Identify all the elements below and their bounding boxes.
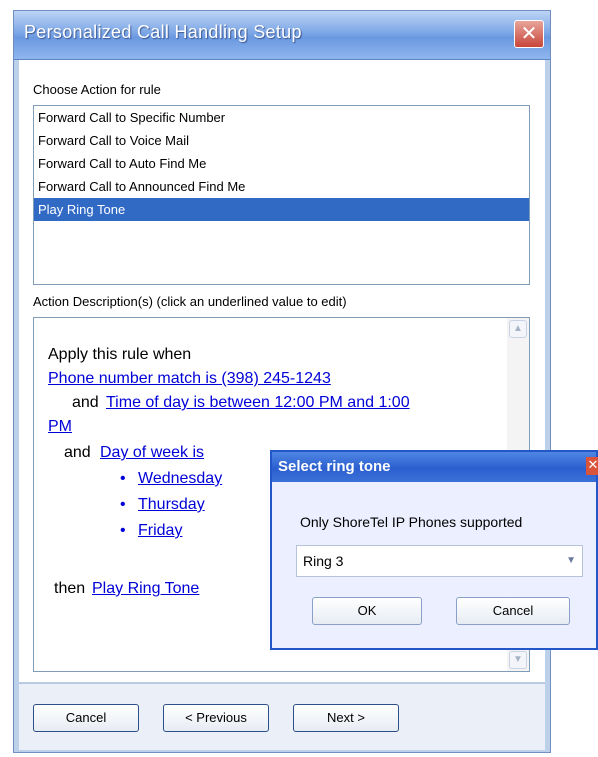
action-list[interactable]: Forward Call to Specific Number Forward … bbox=[33, 105, 530, 285]
day-thursday-link[interactable]: Thursday bbox=[138, 496, 205, 514]
action-item-forward-auto-find-me[interactable]: Forward Call to Auto Find Me bbox=[34, 152, 529, 175]
then-text: then bbox=[54, 580, 86, 597]
bullet-icon: • bbox=[120, 470, 126, 487]
next-button[interactable]: Next > bbox=[293, 704, 399, 732]
ring-tone-selected-value: Ring 3 bbox=[303, 553, 344, 569]
day-friday-link[interactable]: Friday bbox=[138, 522, 182, 540]
dialog-footer: Cancel < Previous Next > bbox=[19, 683, 545, 750]
scroll-up-icon[interactable]: ▲ bbox=[509, 320, 527, 338]
apply-text: Apply this rule when bbox=[48, 346, 192, 363]
ok-button[interactable]: OK bbox=[312, 597, 422, 625]
bullet-icon: • bbox=[120, 496, 126, 513]
action-item-forward-announced-find-me[interactable]: Forward Call to Announced Find Me bbox=[34, 175, 529, 198]
day-of-week-link[interactable]: Day of week is bbox=[100, 444, 204, 462]
popup-info-text: Only ShoreTel IP Phones supported bbox=[300, 514, 523, 530]
and-text-1: and bbox=[72, 394, 99, 411]
scroll-down-icon[interactable]: ▼ bbox=[509, 651, 527, 669]
window-title: Personalized Call Handling Setup bbox=[24, 22, 302, 42]
action-item-forward-specific[interactable]: Forward Call to Specific Number bbox=[34, 106, 529, 129]
bullet-icon: • bbox=[120, 522, 126, 539]
popup-cancel-button[interactable]: Cancel bbox=[456, 597, 570, 625]
and-text-2: and bbox=[64, 444, 91, 461]
chevron-down-icon[interactable]: ▼ bbox=[566, 546, 576, 576]
description-label: Action Description(s) (click an underlin… bbox=[33, 294, 347, 309]
action-item-play-ring-tone[interactable]: Play Ring Tone bbox=[34, 198, 529, 221]
time-of-day-link[interactable]: Time of day is between 12:00 PM and 1:00 bbox=[106, 394, 410, 412]
popup-close-icon[interactable]: ✕ bbox=[586, 457, 598, 475]
cancel-button[interactable]: Cancel bbox=[33, 704, 139, 732]
previous-button[interactable]: < Previous bbox=[163, 704, 269, 732]
phone-match-link[interactable]: Phone number match is (398) 245-1243 bbox=[48, 370, 331, 388]
popup-title[interactable]: Select ring tone bbox=[272, 452, 596, 482]
select-ring-tone-dialog: Select ring tone ✕ Only ShoreTel IP Phon… bbox=[270, 450, 598, 650]
choose-action-label: Choose Action for rule bbox=[33, 82, 161, 97]
close-icon[interactable]: ✕ bbox=[514, 20, 544, 48]
play-ring-tone-link[interactable]: Play Ring Tone bbox=[92, 580, 199, 598]
title-bar[interactable]: Personalized Call Handling Setup ✕ bbox=[14, 11, 550, 60]
time-of-day-link-continued[interactable]: PM bbox=[48, 418, 72, 436]
day-wednesday-link[interactable]: Wednesday bbox=[138, 470, 222, 488]
ring-tone-select[interactable]: Ring 3 ▼ bbox=[296, 545, 583, 577]
action-item-forward-voicemail[interactable]: Forward Call to Voice Mail bbox=[34, 129, 529, 152]
